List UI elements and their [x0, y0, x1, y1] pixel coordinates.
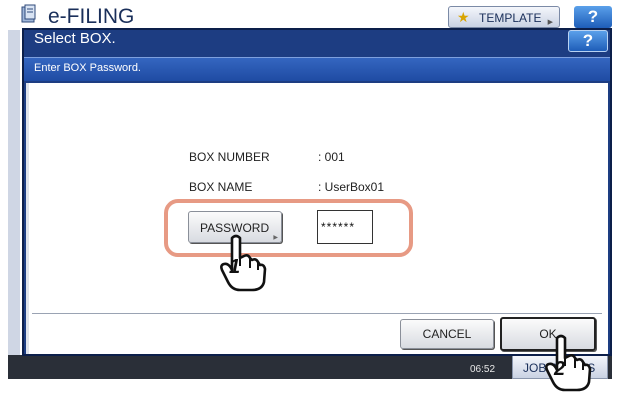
password-field[interactable]: ****** [317, 210, 373, 244]
password-field-value: ****** [321, 220, 356, 234]
dialog-body-edge [26, 83, 29, 354]
pointing-hand-icon-step1 [220, 234, 267, 292]
cancel-button[interactable]: CANCEL [400, 319, 494, 349]
efiling-app-icon [21, 4, 36, 23]
background-panel-left [8, 30, 20, 355]
template-button[interactable]: ★ TEMPLATE ▶ [448, 6, 560, 28]
dialog-help-button[interactable]: ? [568, 30, 608, 52]
box-number-label: BOX NUMBER [189, 150, 270, 164]
box-name-label: BOX NAME [189, 180, 253, 194]
app-title: e-FILING [48, 5, 135, 28]
dialog-message: Enter BOX Password. [34, 62, 141, 74]
clock-time: 06:52 [470, 364, 496, 375]
pointing-hand-icon-step2 [545, 334, 592, 392]
step-number-1: 1 [229, 256, 241, 278]
corner-arrow-icon: ▶ [547, 19, 553, 26]
box-name-value: : UserBox01 [318, 180, 385, 194]
dialog-title: Select BOX. [34, 30, 116, 47]
corner-arrow-icon: ▶ [273, 235, 278, 241]
footer-divider [32, 313, 602, 314]
step-number-2: 2 [554, 358, 566, 380]
template-button-label: TEMPLATE [479, 11, 542, 25]
app-help-button[interactable]: ? [574, 6, 612, 28]
box-number-value: : 001 [318, 150, 345, 164]
star-icon: ★ [457, 9, 470, 25]
